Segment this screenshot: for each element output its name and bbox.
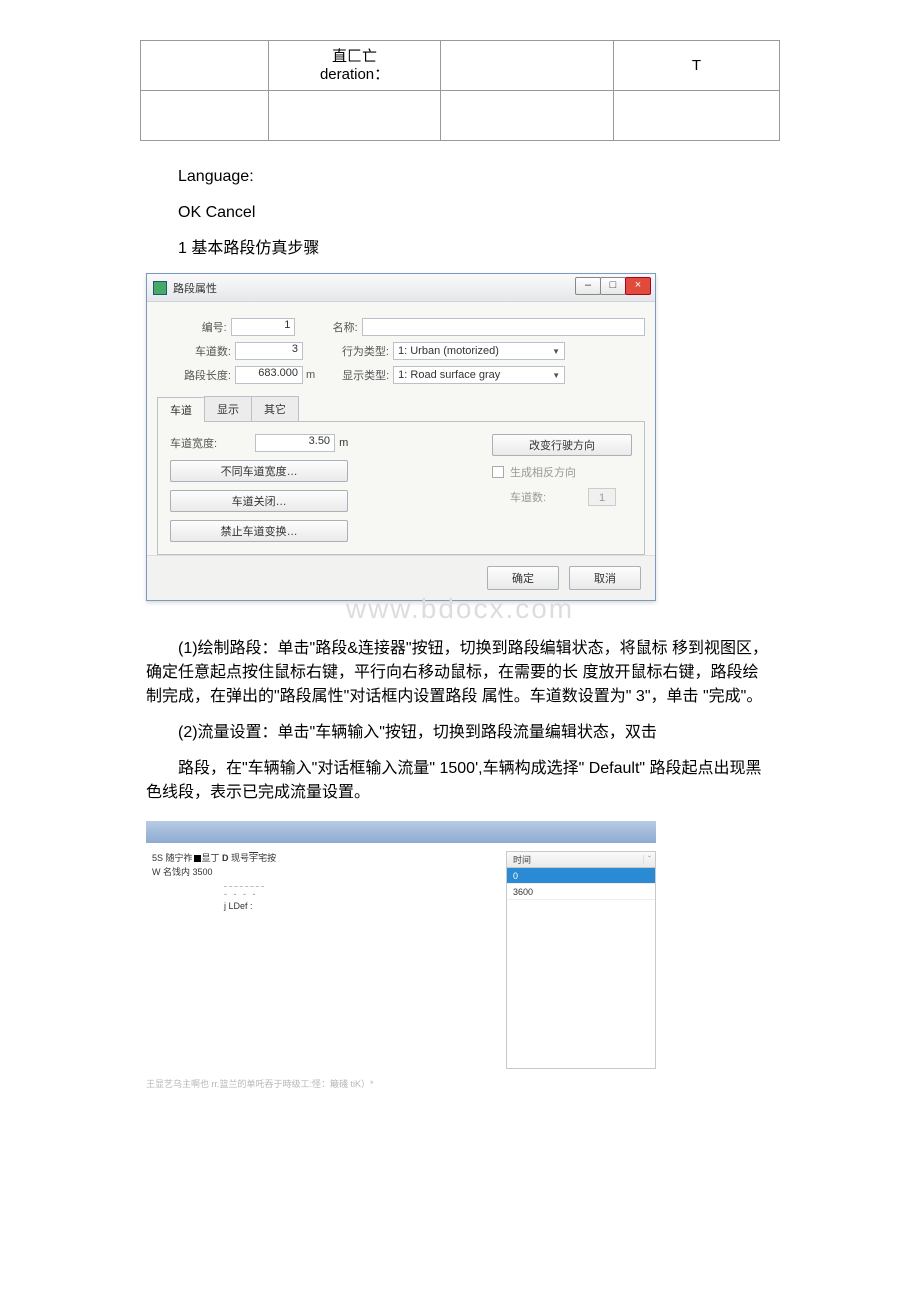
cell-r1c4: T <box>613 41 779 91</box>
btn-diff-lane-width[interactable]: 不同车道宽度… <box>170 460 348 482</box>
btn-lane-close[interactable]: 车道关闭… <box>170 490 348 512</box>
dialog-titlebar[interactable]: 路段属性 – □ × <box>147 274 655 302</box>
l1-p3: 现号 <box>229 853 250 863</box>
time-table-header-row: 时间 ˇ <box>507 852 655 868</box>
close-button[interactable]: × <box>625 277 651 295</box>
cell-r1c3 <box>441 41 614 91</box>
time-header[interactable]: 时间 <box>507 853 643 866</box>
label-behavior: 行为类型: <box>333 343 393 359</box>
lane-width-unit: m <box>339 437 348 449</box>
label-reverse-lane-count: 车道数: <box>510 489 546 505</box>
pane-right-column: 改变行驶方向 生成相反方向 车道数: 1 <box>492 434 632 506</box>
shot2-ldef: j LDef : <box>224 899 488 913</box>
label-id: 编号: <box>157 319 231 335</box>
btn-reverse-direction[interactable]: 改变行驶方向 <box>492 434 632 456</box>
paragraph-3: 路段，在"车辆输入"对话框输入流量" 1500',车辆构成选择" Default… <box>146 757 774 805</box>
time-table: 时间 ˇ 0 3600 <box>506 851 656 1069</box>
input-name[interactable] <box>362 318 645 336</box>
label-generate-reverse: 生成相反方向 <box>510 464 576 480</box>
separator-icon <box>224 886 264 887</box>
label-length: 路段长度: <box>157 367 235 383</box>
vehicle-input-screenshot: 5S 随宁祚显丁 D 现号宇宅按 W 名饯内 3500 - - - - j LD… <box>146 821 656 1069</box>
l1-p0: 5S 随宁祚 <box>152 853 193 863</box>
label-lane-width: 车道宽度: <box>170 435 217 451</box>
window-buttons: – □ × <box>576 277 651 295</box>
screenshot-right-panel: 时间 ˇ 0 3600 <box>506 851 656 1069</box>
cell-r1c2: 直匚亡 deration： <box>268 41 441 91</box>
label-display: 显示类型: <box>333 367 393 383</box>
cancel-button[interactable]: 取消 <box>569 566 641 590</box>
input-lanes[interactable]: 3 <box>235 342 303 360</box>
road-properties-dialog: 路段属性 – □ × 编号: 1 名称: 车道数: 3 行为类型: <box>146 273 656 601</box>
time-table-body: 0 3600 <box>507 868 655 1068</box>
tab-pane-lane: 车道宽度: 3.50 m 不同车道宽度… 车道关闭… 禁止车道变换… 改变行驶方… <box>157 422 645 555</box>
tab-lane[interactable]: 车道 <box>157 397 205 422</box>
dialog-body: 编号: 1 名称: 车道数: 3 行为类型: 1: Urban (motoriz… <box>147 302 655 555</box>
input-id[interactable]: 1 <box>231 318 296 336</box>
select-display-value: 1: Road surface gray <box>398 369 500 381</box>
dialog-footer: 确定 取消 <box>147 555 655 600</box>
label-name: 名称: <box>324 319 362 335</box>
row-lanes-behavior: 车道数: 3 行为类型: 1: Urban (motorized) ▼ <box>157 342 645 360</box>
table-row[interactable]: 3600 <box>507 884 655 900</box>
dialog-title: 路段属性 <box>173 280 217 296</box>
shot2-line2: W 名饯内 3500 <box>152 865 488 879</box>
chevron-down-icon: ▼ <box>552 371 560 380</box>
l1-p1: 显丁 <box>202 853 223 863</box>
cell-r2c2 <box>268 91 441 141</box>
minimize-button[interactable]: – <box>575 277 601 295</box>
select-behavior[interactable]: 1: Urban (motorized) ▼ <box>393 342 565 360</box>
l1-p4: 宇 <box>249 853 258 863</box>
label-lanes: 车道数: <box>157 343 235 359</box>
tab-other[interactable]: 其它 <box>251 396 299 421</box>
paragraph-2: (2)流量设置：单击"车辆输入"按钮，切换到路段流量编辑状态，双击 <box>146 721 774 745</box>
paragraph-1: (1)绘制路段：单击"路段&连接器"按钮，切换到路段编辑状态，将鼠标 移到视图区… <box>146 637 774 709</box>
cell-r2c3 <box>441 91 614 141</box>
maximize-button[interactable]: □ <box>600 277 626 295</box>
btn-lane-forbid[interactable]: 禁止车道变换… <box>170 520 348 542</box>
tab-display[interactable]: 显示 <box>204 396 252 421</box>
app-icon <box>153 281 167 295</box>
input-reverse-lane-count[interactable]: 1 <box>588 488 616 506</box>
cell-r2c4 <box>613 91 779 141</box>
shot2-dashes: - - - - <box>224 889 488 899</box>
screenshot-left-panel: 5S 随宁祚显丁 D 现号宇宅按 W 名饯内 3500 - - - - j LD… <box>146 851 494 1069</box>
cell-r2c1 <box>141 91 269 141</box>
screenshot-titlebar <box>146 821 656 843</box>
shot2-line1: 5S 随宁祚显丁 D 现号宇宅按 <box>152 851 488 865</box>
table-row[interactable]: 0 <box>507 868 655 884</box>
input-length[interactable]: 683.000 <box>235 366 303 384</box>
ok-cancel-line: OK Cancel <box>146 201 774 225</box>
cell-r1c2-line2: deration： <box>270 66 440 84</box>
checkbox-generate-reverse[interactable] <box>492 466 504 478</box>
sort-icon[interactable]: ˇ <box>643 855 655 864</box>
footnote: 王显艺乌主啊也 rr.篮兰的单吒吞于時级工:怪：簸碊 tiK）* <box>146 1077 774 1090</box>
length-unit: m <box>303 369 315 381</box>
language-line: Language: <box>146 165 774 189</box>
chevron-down-icon: ▼ <box>552 347 560 356</box>
heading-basic-steps: 1 基本路段仿真步骤 <box>146 237 774 261</box>
reverse-lane-count-row: 车道数: 1 <box>492 488 632 506</box>
pane-left-column: 车道宽度: 3.50 m 不同车道宽度… 车道关闭… 禁止车道变换… <box>170 434 348 542</box>
lane-width-row: 车道宽度: 3.50 m <box>170 434 348 452</box>
top-table: 直匚亡 deration： T <box>140 40 780 141</box>
square-icon <box>194 855 201 862</box>
cell-r1c1 <box>141 41 269 91</box>
ok-button[interactable]: 确定 <box>487 566 559 590</box>
row-length-display: 路段长度: 683.000 m 显示类型: 1: Road surface gr… <box>157 366 645 384</box>
l1-p5: 宅按 <box>258 853 276 863</box>
chk-generate-reverse-row: 生成相反方向 <box>492 464 632 480</box>
select-behavior-value: 1: Urban (motorized) <box>398 345 499 357</box>
input-lane-width[interactable]: 3.50 <box>255 434 335 452</box>
row-id-name: 编号: 1 名称: <box>157 318 645 336</box>
cell-r1c2-line1: 直匚亡 <box>270 48 440 66</box>
select-display[interactable]: 1: Road surface gray ▼ <box>393 366 565 384</box>
tabs: 车道 显示 其它 <box>157 396 645 422</box>
